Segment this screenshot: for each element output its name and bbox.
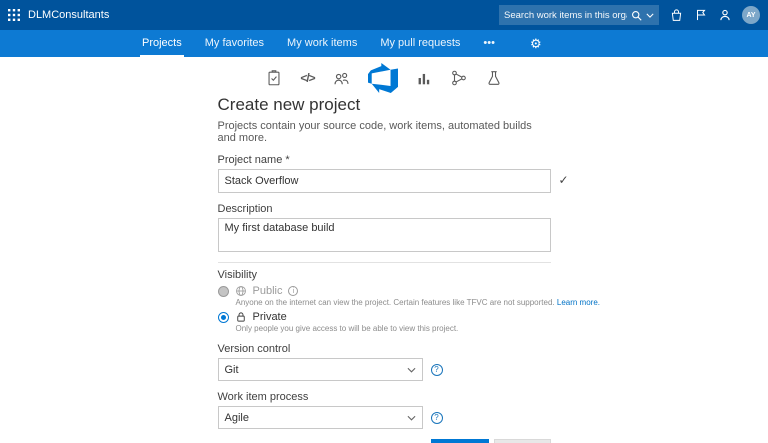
project-name-label: Project name * bbox=[217, 154, 290, 166]
tab-my-favorites[interactable]: My favorites bbox=[203, 30, 266, 57]
public-radio[interactable] bbox=[217, 285, 229, 297]
pipeline-icon bbox=[450, 69, 468, 87]
user-icon[interactable] bbox=[718, 8, 732, 22]
settings-gear-icon[interactable]: ⚙ bbox=[530, 30, 542, 57]
work-item-process-row: Agile ? bbox=[217, 406, 551, 429]
chart-icon bbox=[415, 69, 433, 87]
tab-my-work-items[interactable]: My work items bbox=[285, 30, 359, 57]
azure-devops-logo bbox=[367, 63, 398, 93]
learn-more-link[interactable]: Learn more. bbox=[557, 298, 600, 307]
nav-bar: Projects My favorites My work items My p… bbox=[0, 30, 768, 57]
nav-tabs: Projects My favorites My work items My p… bbox=[140, 30, 516, 57]
top-bar-left: DLMConsultants bbox=[8, 9, 109, 21]
public-helper-body: Anyone on the internet can view the proj… bbox=[235, 298, 557, 307]
work-item-process-dropdown[interactable]: Agile bbox=[217, 406, 423, 429]
private-radio-label[interactable]: Private bbox=[253, 311, 287, 323]
globe-icon bbox=[235, 285, 247, 297]
avatar[interactable]: AY bbox=[742, 6, 760, 24]
search-input[interactable] bbox=[504, 9, 627, 21]
organization-name[interactable]: DLMConsultants bbox=[28, 9, 109, 21]
public-radio-label[interactable]: Public bbox=[253, 285, 283, 297]
version-control-help-icon[interactable]: ? bbox=[430, 363, 443, 376]
dropdown-chevron-icon bbox=[407, 415, 415, 421]
private-radio[interactable] bbox=[217, 311, 229, 323]
feedback-flag-icon[interactable] bbox=[694, 8, 708, 22]
waffle-menu-icon[interactable] bbox=[8, 9, 20, 21]
feature-icons-row: </> bbox=[0, 62, 768, 94]
version-control-dropdown[interactable]: Git bbox=[217, 358, 423, 381]
work-item-process-value: Agile bbox=[224, 411, 249, 424]
tab-more-ellipsis[interactable]: ••• bbox=[481, 30, 497, 57]
work-item-process-help-icon[interactable]: ? bbox=[430, 411, 443, 424]
flask-icon bbox=[485, 69, 503, 87]
search-box[interactable] bbox=[499, 5, 659, 25]
private-helper-text: Only people you give access to will be a… bbox=[235, 324, 459, 333]
cancel-button[interactable]: Cancel bbox=[493, 439, 551, 443]
name-valid-check-icon: ✓ bbox=[558, 173, 569, 187]
visibility-option-public: Public i bbox=[217, 285, 551, 297]
azure-devops-create-project-screen: DLMConsultants Search work items in this… bbox=[0, 0, 768, 443]
form-buttons: Create Cancel bbox=[218, 439, 551, 443]
visibility-option-private: Private bbox=[217, 311, 551, 323]
visibility-label: Visibility bbox=[217, 269, 258, 281]
version-control-row: Git ? bbox=[217, 358, 551, 381]
work-item-process-label: Work item process bbox=[217, 391, 309, 403]
code-icon: </> bbox=[300, 71, 315, 85]
version-control-label: Version control bbox=[217, 343, 291, 355]
main-content: </> Create new project Projects contain … bbox=[0, 57, 768, 443]
search-icon[interactable] bbox=[631, 10, 642, 21]
description-textarea[interactable]: My first database build bbox=[217, 218, 551, 252]
create-project-form: Create new project Projects contain your… bbox=[217, 95, 601, 443]
form-divider bbox=[217, 262, 551, 263]
chevron-down-icon[interactable] bbox=[646, 13, 654, 18]
create-button[interactable]: Create bbox=[431, 439, 489, 443]
public-helper-text: Anyone on the internet can view the proj… bbox=[236, 298, 601, 307]
team-icon bbox=[332, 69, 351, 88]
project-name-input[interactable] bbox=[217, 169, 551, 193]
top-bar: DLMConsultants Search work items in this… bbox=[0, 0, 768, 30]
tab-projects[interactable]: Projects bbox=[140, 30, 184, 57]
top-bar-right: AY bbox=[499, 5, 760, 25]
dropdown-chevron-icon bbox=[407, 367, 415, 373]
description-label: Description bbox=[217, 203, 273, 215]
project-name-field-wrap: ✓ bbox=[217, 169, 569, 193]
marketplace-bag-icon[interactable] bbox=[669, 8, 684, 23]
page-title: Create new project bbox=[217, 95, 361, 114]
tab-my-pull-requests[interactable]: My pull requests bbox=[378, 30, 462, 57]
task-checklist-icon bbox=[265, 69, 283, 87]
lock-icon bbox=[235, 311, 247, 323]
page-subtitle: Projects contain your source code, work … bbox=[217, 120, 532, 144]
version-control-value: Git bbox=[224, 363, 239, 376]
public-info-icon[interactable]: i bbox=[288, 286, 299, 296]
